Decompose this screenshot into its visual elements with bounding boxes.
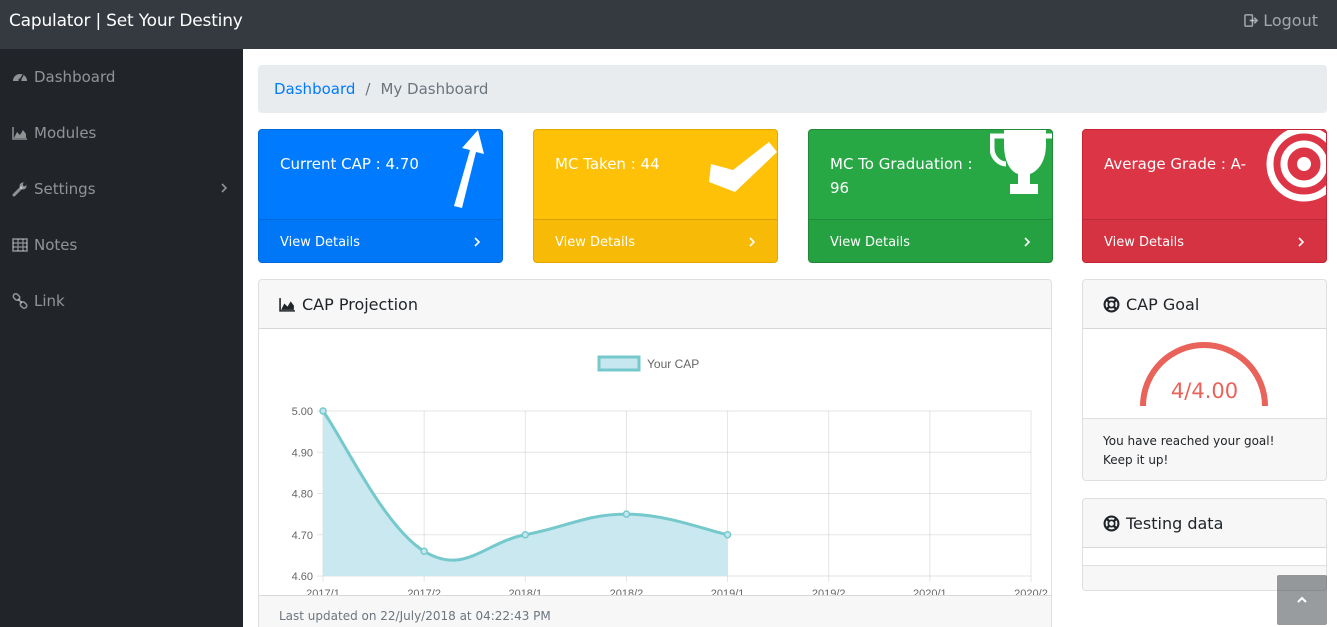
card-view-details[interactable]: View Details bbox=[809, 219, 1052, 262]
sidebar-item-notes[interactable]: Notes bbox=[0, 217, 243, 273]
card-label: MC Taken : 44 bbox=[555, 155, 660, 173]
tachometer-icon bbox=[11, 69, 28, 86]
x-tick-label: 2018/2 bbox=[610, 588, 644, 595]
bullseye-icon bbox=[1266, 130, 1326, 202]
y-tick-label: 4.60 bbox=[292, 571, 313, 583]
area-chart-icon bbox=[11, 125, 28, 142]
chevron-up-icon bbox=[1297, 596, 1307, 603]
sidebar-item-dashboard[interactable]: Dashboard bbox=[0, 49, 243, 105]
y-tick-label: 4.80 bbox=[292, 489, 313, 501]
sidebar-item-settings[interactable]: Settings bbox=[0, 161, 243, 217]
x-tick-label: 2018/1 bbox=[508, 588, 542, 595]
trophy-icon bbox=[990, 130, 1052, 194]
testing-body bbox=[1083, 548, 1326, 566]
sidebar-item-link[interactable]: Link bbox=[0, 273, 243, 329]
life-ring-icon bbox=[1103, 296, 1120, 312]
sidebar-item-label: Modules bbox=[34, 124, 97, 142]
sign-out-icon bbox=[1244, 14, 1259, 27]
y-tick-label: 4.90 bbox=[292, 447, 313, 459]
cap-goal-panel: CAP Goal 4/4.00 You have reached your go… bbox=[1082, 279, 1327, 481]
brand-title[interactable]: Capulator | Set Your Destiny bbox=[9, 11, 243, 31]
card-average-grade: Average Grade : A- View Details bbox=[1082, 129, 1327, 263]
card-label: MC To Graduation : 96 bbox=[830, 155, 973, 197]
logout-link[interactable]: Logout bbox=[1244, 11, 1318, 30]
chevron-right-icon bbox=[221, 183, 228, 193]
x-tick-label: 2019/2 bbox=[812, 588, 846, 595]
scroll-to-top-button[interactable] bbox=[1277, 575, 1327, 625]
panel-header: CAP Projection bbox=[259, 280, 1051, 329]
x-tick-label: 2017/2 bbox=[407, 588, 441, 595]
breadcrumb-dashboard-link[interactable]: Dashboard bbox=[274, 80, 355, 98]
cap-projection-chart: 5.00 4.90 4.80 4.70 4.60 2017/1 2017/2 2018/1 20… bbox=[292, 355, 1048, 595]
sidebar-item-label: Settings bbox=[34, 180, 96, 198]
sidebar-item-label: Dashboard bbox=[34, 68, 116, 86]
y-tick-label: 4.70 bbox=[292, 530, 313, 542]
check-icon bbox=[709, 142, 777, 192]
top-navbar: Capulator | Set Your Destiny Logout bbox=[0, 0, 1337, 49]
sidebar-item-modules[interactable]: Modules bbox=[0, 105, 243, 161]
x-tick-label: 2019/1 bbox=[711, 588, 745, 595]
view-details-label: View Details bbox=[555, 234, 636, 250]
wrench-icon bbox=[11, 181, 28, 198]
sidebar-item-label: Link bbox=[34, 292, 65, 310]
card-mc-to-graduation: MC To Graduation : 96 View Details bbox=[808, 129, 1053, 263]
card-label: Average Grade : A- bbox=[1104, 155, 1247, 173]
breadcrumb-active: My Dashboard bbox=[380, 80, 489, 98]
chevron-right-icon bbox=[474, 237, 481, 247]
goal-gauge: 4/4.00 bbox=[1083, 329, 1326, 419]
data-point bbox=[521, 531, 530, 539]
life-ring-icon bbox=[1103, 515, 1120, 531]
x-tick-label: 2020/1 bbox=[913, 588, 947, 595]
view-details-label: View Details bbox=[1104, 234, 1185, 250]
goal-gauge-arc bbox=[1140, 342, 1268, 407]
table-icon bbox=[11, 237, 28, 254]
card-current-cap: Current CAP : 4.70 View Details bbox=[258, 129, 503, 263]
goal-message: You have reached your goal! Keep it up! bbox=[1083, 419, 1326, 480]
card-view-details[interactable]: View Details bbox=[1083, 219, 1326, 262]
breadcrumb: Dashboard / My Dashboard bbox=[258, 65, 1327, 113]
x-tick-label: 2020/2 bbox=[1014, 588, 1048, 595]
sidebar-item-label: Notes bbox=[34, 236, 78, 254]
chevron-right-icon bbox=[1298, 237, 1305, 247]
card-mc-taken: MC Taken : 44 View Details bbox=[533, 129, 778, 263]
arrow-up-icon bbox=[454, 130, 484, 208]
chevron-right-icon bbox=[1024, 237, 1031, 247]
logout-label: Logout bbox=[1263, 11, 1318, 30]
data-point bbox=[420, 547, 428, 555]
x-tick-label: 2017/1 bbox=[306, 588, 340, 595]
data-point bbox=[723, 531, 732, 539]
y-tick-label: 5.00 bbox=[292, 406, 313, 418]
goal-value: 4/4.00 bbox=[1170, 379, 1239, 403]
cap-projection-panel: CAP Projection 5.00 4.90 4.80 4.70 4.60 2017/… bbox=[258, 279, 1052, 627]
legend-label: Your CAP bbox=[647, 357, 699, 371]
card-view-details[interactable]: View Details bbox=[259, 219, 502, 262]
view-details-label: View Details bbox=[280, 234, 361, 250]
view-details-label: View Details bbox=[830, 234, 911, 250]
main-content: Dashboard / My Dashboard Current CAP : 4… bbox=[243, 49, 1337, 627]
panel-header: Testing data bbox=[1083, 499, 1326, 548]
sidebar: Dashboard Modules Settings Notes Link bbox=[0, 49, 243, 627]
last-updated-text: Last updated on 22/July/2018 at 04:22:43… bbox=[259, 595, 1051, 627]
link-icon bbox=[11, 293, 28, 310]
data-point bbox=[622, 510, 631, 518]
data-point bbox=[319, 407, 327, 415]
panel-title: CAP Projection bbox=[302, 294, 418, 314]
breadcrumb-separator: / bbox=[365, 80, 371, 98]
chevron-right-icon bbox=[749, 237, 756, 247]
panel-header: CAP Goal bbox=[1083, 280, 1326, 329]
legend-swatch bbox=[597, 355, 641, 372]
card-label: Current CAP : 4.70 bbox=[280, 155, 419, 173]
card-view-details[interactable]: View Details bbox=[534, 219, 777, 262]
area-chart-icon bbox=[279, 297, 295, 312]
panel-title: CAP Goal bbox=[1126, 294, 1200, 314]
panel-title: Testing data bbox=[1126, 513, 1224, 533]
